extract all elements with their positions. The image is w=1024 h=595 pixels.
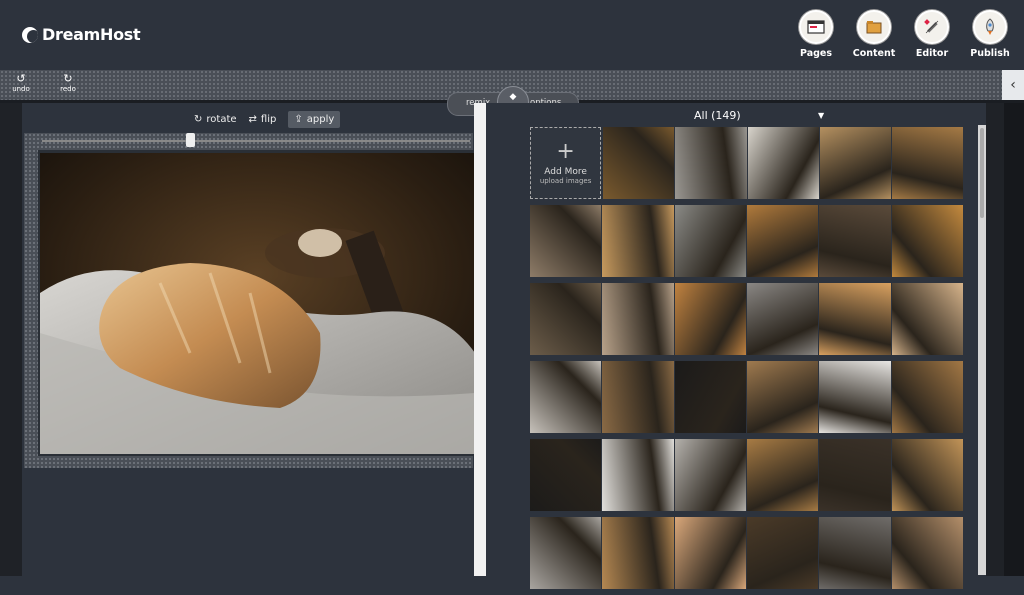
apply-button[interactable]: ⇪ apply [288,111,341,128]
app-header: DreamHost Pages Content Editor Publish [0,0,1024,70]
flip-label: flip [260,114,277,125]
add-more-label: Add More [544,167,587,177]
gallery-gutter [486,103,528,576]
gallery-thumbnail[interactable] [891,517,963,589]
redo-label: redo [60,85,76,93]
apply-icon: ⇪ [294,114,303,125]
gallery-row [530,439,964,514]
dreamhost-logo[interactable]: DreamHost [22,25,141,44]
zoom-slider-track [42,140,470,142]
gallery-thumbnail[interactable] [819,283,891,355]
gallery-thumbnail[interactable] [602,283,674,355]
undo-icon: ↺ [16,72,26,85]
gallery-thumbnail[interactable] [819,439,891,511]
dropdown-arrow-icon[interactable]: ▼ [818,111,824,120]
gallery-thumbnail[interactable] [746,439,819,511]
gallery-thumbnail[interactable] [891,283,963,355]
gallery-thumbnail[interactable] [819,127,891,199]
nav-publish-label: Publish [970,48,1010,59]
nav-pages-button[interactable]: Pages [792,10,840,59]
flip-icon: ⇄ [248,114,257,125]
gallery-thumbnail[interactable] [674,439,746,511]
crop-canvas[interactable] [24,133,475,468]
undo-button[interactable]: ↺ undo [6,72,36,93]
gallery-thumbnail[interactable] [602,205,674,277]
gallery-thumbnail[interactable] [674,283,746,355]
chevron-left-icon: ‹ [1010,77,1016,93]
rotate-button[interactable]: ↻ rotate [194,114,237,125]
apply-label: apply [306,114,335,125]
image-editor-panel: ↻ rotate ⇄ flip ⇪ apply [22,103,475,576]
gallery-row: + Add More upload images [530,127,964,202]
gallery-thumbnail[interactable] [674,205,746,277]
undo-label: undo [12,85,30,93]
gallery-thumbnail[interactable] [746,517,819,589]
gallery-filter[interactable]: All (149) [694,109,741,122]
publish-icon [973,10,1007,44]
gallery-thumbnail[interactable] [891,439,963,511]
edited-photo[interactable] [40,153,475,454]
content-icon [857,10,891,44]
right-edge-dark [1004,103,1024,576]
gallery-thumbnail[interactable] [819,361,891,433]
add-more-button[interactable]: + Add More upload images [530,127,602,199]
panel-divider[interactable] [474,103,486,576]
redo-icon: ↻ [63,72,73,85]
gallery-thumbnail[interactable] [530,439,602,511]
image-gallery: All (149) ▼ + Add More upload images [528,103,968,589]
gallery-thumbnail[interactable] [746,205,819,277]
nav-publish-button[interactable]: Publish [966,10,1014,59]
gallery-thumbnail[interactable] [674,517,746,589]
image-edit-tools: ↻ rotate ⇄ flip ⇪ apply [194,111,341,128]
gallery-row [530,517,964,592]
layers-icon: ◆ [509,92,517,102]
nav-editor-button[interactable]: Editor [908,10,956,59]
nav-editor-label: Editor [915,48,949,59]
main-nav: Pages Content Editor Publish [792,10,1014,59]
gallery-row [530,361,964,436]
zoom-slider-handle[interactable] [186,133,195,147]
gallery-row [530,283,964,358]
gallery-thumbnail[interactable] [603,127,675,199]
logo-mark-icon [22,26,38,43]
gallery-thumbnail[interactable] [530,205,602,277]
gallery-thumbnail[interactable] [746,283,819,355]
rotate-label: rotate [206,114,237,125]
gallery-thumbnail[interactable] [602,517,674,589]
gallery-thumbnail[interactable] [891,205,963,277]
plus-icon: + [556,139,575,164]
left-edge [0,103,22,576]
gallery-thumbnail[interactable] [602,361,674,433]
gallery-thumbnail[interactable] [530,517,602,589]
gallery-thumbnail[interactable] [530,361,602,433]
gallery-thumbnail[interactable] [602,439,674,511]
gallery-thumbnail[interactable] [746,361,819,433]
redo-button[interactable]: ↻ redo [53,72,83,93]
pages-icon [799,10,833,44]
rotate-icon: ↻ [194,114,203,125]
gallery-thumbnail[interactable] [819,517,891,589]
gallery-thumbnail[interactable] [675,127,747,199]
gallery-thumbnail[interactable] [674,361,746,433]
thumbnail-grid: + Add More upload images [530,127,964,595]
upload-images-label: upload images [539,177,592,185]
brand-name: DreamHost [42,25,141,44]
nav-pages-label: Pages [799,48,833,59]
gallery-thumbnail[interactable] [530,283,602,355]
editor-icon [915,10,949,44]
editor-footer [22,468,474,576]
gallery-thumbnail[interactable] [819,205,891,277]
gallery-scroll-thumb[interactable] [980,128,984,218]
gallery-thumbnail[interactable] [891,127,963,199]
nav-content-label: Content [852,48,896,59]
gallery-thumbnail[interactable] [891,361,963,433]
nav-content-button[interactable]: Content [850,10,898,59]
collapse-panel-button[interactable]: ‹ [1002,70,1024,100]
gallery-thumbnail[interactable] [747,127,819,199]
gallery-row [530,205,964,280]
flip-button[interactable]: ⇄ flip [249,114,277,125]
